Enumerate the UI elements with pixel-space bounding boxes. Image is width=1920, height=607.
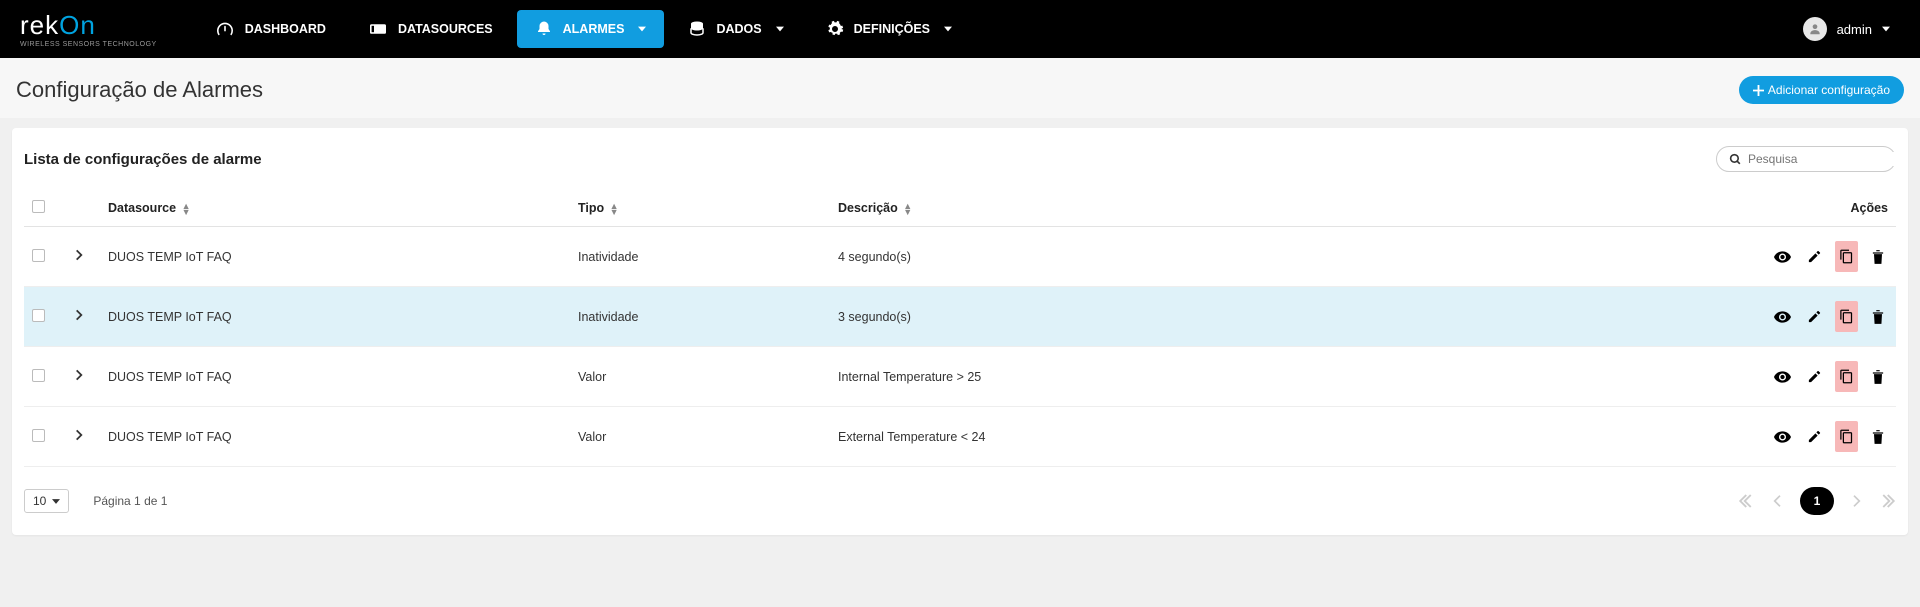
sort-icon[interactable]: ▲▼ — [903, 203, 912, 215]
nav-dashboard-label: DASHBOARD — [245, 22, 326, 36]
header-acoes: Ações — [1850, 201, 1888, 215]
table-footer: 10 Página 1 de 1 1 — [24, 487, 1896, 515]
edit-button[interactable] — [1804, 246, 1825, 267]
row-checkbox[interactable] — [32, 309, 45, 322]
first-page-button[interactable] — [1738, 492, 1756, 510]
sort-icon[interactable]: ▲▼ — [610, 203, 619, 215]
cell-tipo: Inatividade — [578, 250, 638, 264]
header-datasource[interactable]: Datasource — [108, 201, 176, 215]
page-header: Configuração de Alarmes Adicionar config… — [0, 58, 1920, 118]
logo-part1: rek — [20, 10, 59, 41]
logo[interactable]: rekOn WIRELESS SENSORS TECHNOLOGY — [20, 10, 157, 48]
last-page-button[interactable] — [1878, 492, 1896, 510]
table-row: DUOS TEMP IoT FAQ Valor External Tempera… — [24, 407, 1896, 467]
edit-button[interactable] — [1804, 366, 1825, 387]
user-menu[interactable]: admin — [1793, 11, 1900, 47]
delete-button[interactable] — [1868, 426, 1888, 448]
chevron-down-icon — [52, 499, 60, 504]
cell-descricao: External Temperature < 24 — [838, 430, 985, 444]
table-row: DUOS TEMP IoT FAQ Valor Internal Tempera… — [24, 347, 1896, 407]
plus-icon — [1753, 85, 1764, 96]
nav-datasources[interactable]: DATASOURCES — [350, 11, 511, 47]
copy-button[interactable] — [1835, 421, 1858, 452]
add-config-label: Adicionar configuração — [1768, 83, 1890, 97]
card-title: Lista de configurações de alarme — [24, 151, 262, 168]
cell-tipo: Valor — [578, 430, 606, 444]
chevron-down-icon — [944, 26, 952, 32]
bell-icon — [535, 20, 553, 38]
avatar — [1803, 17, 1827, 41]
datasource-icon — [368, 21, 388, 37]
gear-icon — [826, 20, 844, 38]
delete-button[interactable] — [1868, 306, 1888, 328]
sort-icon[interactable]: ▲▼ — [182, 203, 191, 215]
search-icon — [1729, 153, 1742, 166]
edit-button[interactable] — [1804, 426, 1825, 447]
nav-alarmes[interactable]: ALARMES — [517, 10, 665, 48]
alarm-table: Datasource ▲▼ Tipo ▲▼ Descrição ▲▼ Ações — [24, 190, 1896, 467]
search-input[interactable] — [1748, 152, 1903, 166]
logo-subtitle: WIRELESS SENSORS TECHNOLOGY — [20, 41, 157, 48]
cell-datasource: DUOS TEMP IoT FAQ — [108, 310, 232, 324]
cell-datasource: DUOS TEMP IoT FAQ — [108, 430, 232, 444]
prev-page-button[interactable] — [1770, 493, 1786, 509]
page-size-value: 10 — [33, 494, 46, 508]
row-checkbox[interactable] — [32, 249, 45, 262]
delete-button[interactable] — [1868, 366, 1888, 388]
header-tipo[interactable]: Tipo — [578, 201, 604, 215]
header-descricao[interactable]: Descrição — [838, 201, 898, 215]
row-checkbox[interactable] — [32, 369, 45, 382]
dashboard-icon — [215, 21, 235, 37]
nav-dados[interactable]: DADOS — [670, 10, 801, 48]
pagination: 1 — [1738, 487, 1896, 515]
table-row: DUOS TEMP IoT FAQ Inatividade 4 segundo(… — [24, 227, 1896, 287]
logo-part2: On — [59, 10, 96, 41]
nav-dados-label: DADOS — [716, 22, 761, 36]
add-config-button[interactable]: Adicionar configuração — [1739, 76, 1904, 104]
next-page-button[interactable] — [1848, 493, 1864, 509]
expand-row-button[interactable] — [72, 368, 86, 382]
nav-dashboard[interactable]: DASHBOARD — [197, 11, 344, 47]
copy-button[interactable] — [1835, 301, 1858, 332]
page-size-select[interactable]: 10 — [24, 489, 69, 513]
table-row: DUOS TEMP IoT FAQ Inatividade 3 segundo(… — [24, 287, 1896, 347]
select-all-checkbox[interactable] — [32, 200, 45, 213]
cell-datasource: DUOS TEMP IoT FAQ — [108, 250, 232, 264]
view-button[interactable] — [1771, 428, 1794, 446]
expand-row-button[interactable] — [72, 308, 86, 322]
page-number-current[interactable]: 1 — [1800, 487, 1834, 515]
expand-row-button[interactable] — [72, 248, 86, 262]
cell-descricao: Internal Temperature > 25 — [838, 370, 981, 384]
copy-button[interactable] — [1835, 361, 1858, 392]
view-button[interactable] — [1771, 248, 1794, 266]
delete-button[interactable] — [1868, 246, 1888, 268]
cell-datasource: DUOS TEMP IoT FAQ — [108, 370, 232, 384]
cell-descricao: 4 segundo(s) — [838, 250, 911, 264]
user-name: admin — [1837, 22, 1872, 37]
nav-definicoes[interactable]: DEFINIÇÕES — [808, 10, 970, 48]
expand-row-button[interactable] — [72, 428, 86, 442]
copy-button[interactable] — [1835, 241, 1858, 272]
nav-datasources-label: DATASOURCES — [398, 22, 493, 36]
nav-definicoes-label: DEFINIÇÕES — [854, 22, 930, 36]
search-box[interactable] — [1716, 146, 1896, 172]
cell-tipo: Inatividade — [578, 310, 638, 324]
page-info: Página 1 de 1 — [93, 494, 167, 508]
database-icon — [688, 20, 706, 38]
alarm-list-card: Lista de configurações de alarme Datasou… — [12, 128, 1908, 535]
chevron-down-icon — [1882, 26, 1890, 32]
chevron-down-icon — [776, 26, 784, 32]
page-title: Configuração de Alarmes — [16, 77, 263, 103]
chevron-down-icon — [638, 26, 646, 32]
row-checkbox[interactable] — [32, 429, 45, 442]
edit-button[interactable] — [1804, 306, 1825, 327]
cell-descricao: 3 segundo(s) — [838, 310, 911, 324]
nav-items: DASHBOARD DATASOURCES ALARMES DADOS — [197, 10, 970, 48]
navbar: rekOn WIRELESS SENSORS TECHNOLOGY DASHBO… — [0, 0, 1920, 58]
view-button[interactable] — [1771, 308, 1794, 326]
view-button[interactable] — [1771, 368, 1794, 386]
cell-tipo: Valor — [578, 370, 606, 384]
nav-alarmes-label: ALARMES — [563, 22, 625, 36]
